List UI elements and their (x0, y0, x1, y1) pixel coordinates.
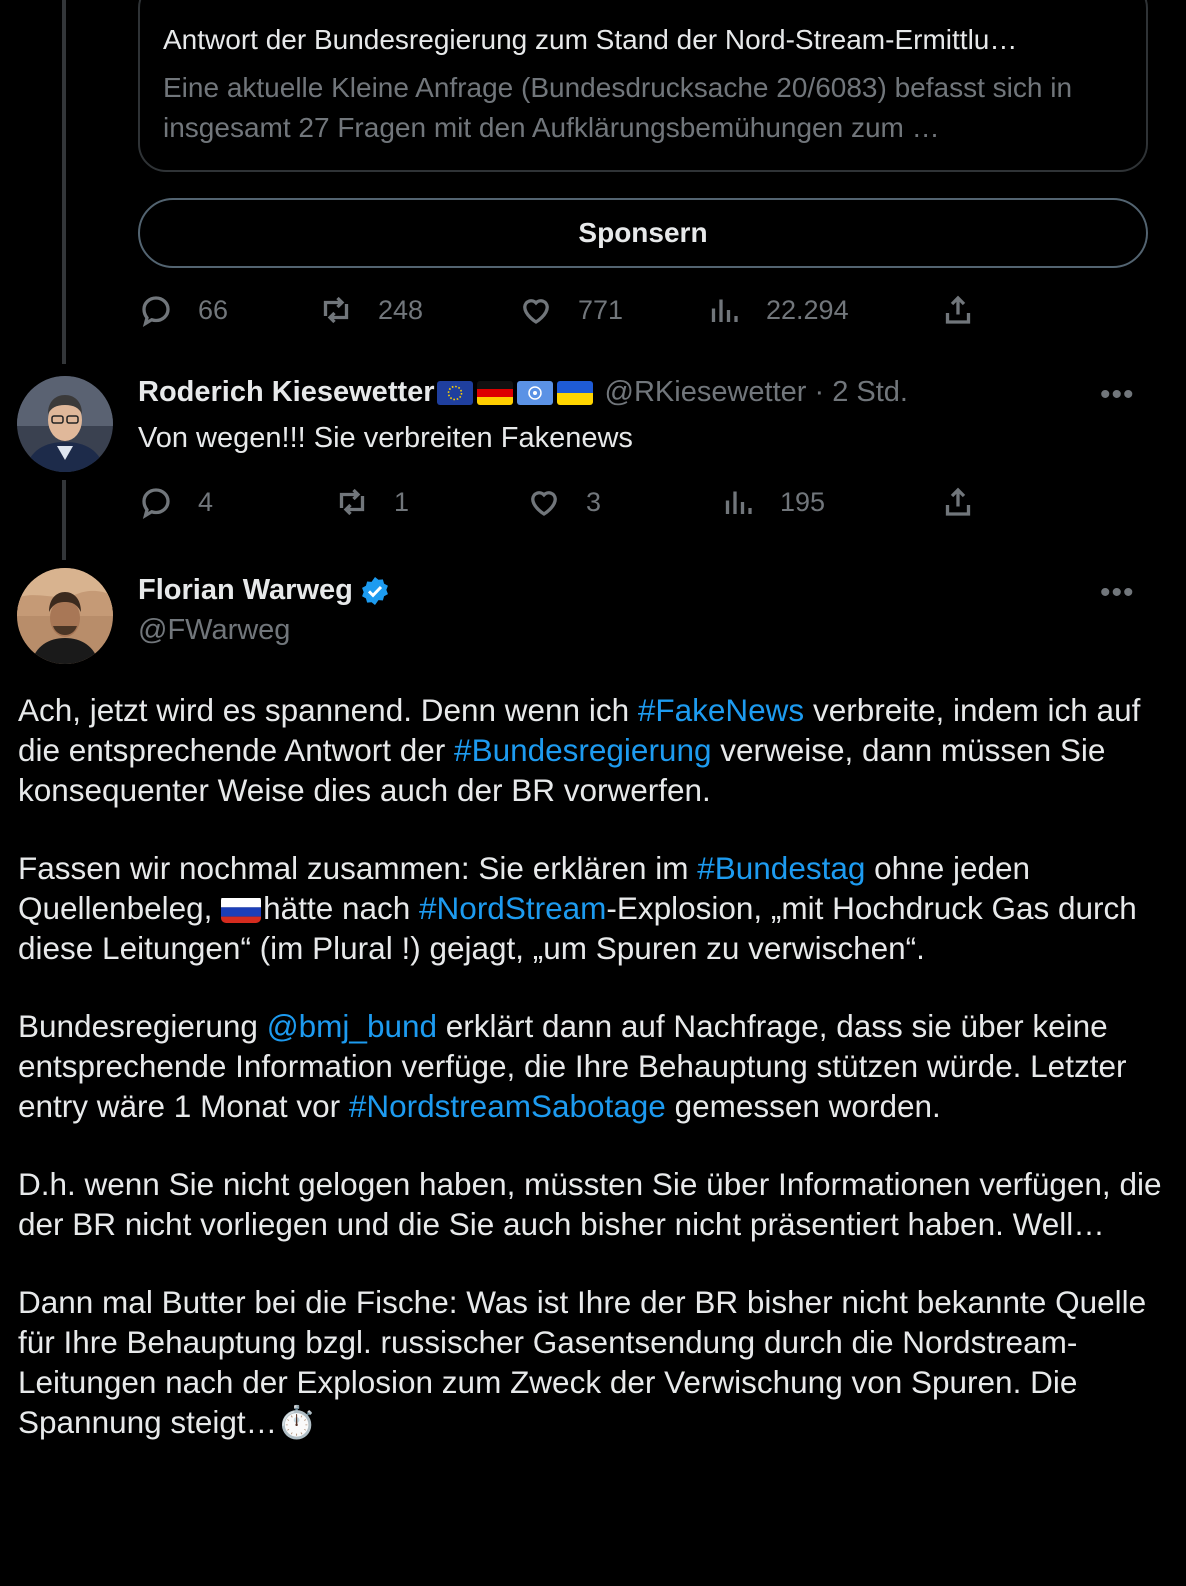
views-button[interactable]: 195 (720, 484, 825, 520)
more-options-icon[interactable]: ••• (1100, 378, 1135, 412)
views-button[interactable]: 22.294 (706, 292, 849, 328)
like-count: 771 (578, 294, 624, 325)
views-icon (725, 491, 752, 514)
timeline: Antwort der Bundesregierung zum Stand de… (0, 0, 1186, 1586)
stopwatch-icon: ⏱️ (277, 1404, 317, 1440)
more-options-icon[interactable]: ••• (1100, 576, 1135, 610)
ukraine-flag-icon (556, 380, 593, 405)
tweet-paragraph: Bundesregierung @bmj_bund erklärt dann a… (18, 1006, 1168, 1126)
un-flag-icon (516, 380, 553, 405)
reply-count: 4 (198, 486, 214, 517)
hashtag-bundestag[interactable]: #Bundestag (697, 850, 865, 886)
views-count: 195 (780, 486, 826, 517)
like-button[interactable]: 771 (518, 292, 623, 328)
like-count: 3 (586, 486, 602, 517)
eu-flag-icon (436, 380, 473, 405)
thread-line (62, 0, 66, 364)
tweet-paragraph: D.h. wenn Sie nicht gelogen haben, müsst… (18, 1166, 1162, 1242)
retweet-button[interactable]: 1 (334, 484, 409, 520)
russia-flag-icon (221, 895, 262, 923)
share-icon (945, 487, 971, 516)
text-segment: Fassen wir nochmal zusammen: Sie erkläre… (18, 850, 698, 886)
verified-badge-icon (359, 575, 391, 607)
author-header: Florian Warweg (138, 574, 391, 607)
reply-text: Von wegen!!! Sie verbreiten Fakenews (138, 422, 633, 454)
heart-icon (523, 299, 549, 324)
text-segment: Ach, jetzt wird es spannend. Denn wenn i… (18, 692, 638, 728)
share-button[interactable] (940, 484, 976, 520)
text-segment: gemessen worden. (665, 1088, 941, 1124)
retweet-icon (323, 296, 349, 324)
retweet-count: 1 (394, 486, 410, 517)
reply-header: Roderich Kiesewetter @RKiesewetter · 2 S… (138, 376, 908, 409)
text-segment: Bundesregierung (18, 1008, 267, 1044)
thread-line (62, 480, 66, 560)
avatar-kiesewetter[interactable] (17, 376, 113, 472)
germany-flag-icon (476, 380, 513, 405)
tweet-paragraph: Ach, jetzt wird es spannend. Denn wenn i… (18, 690, 1168, 810)
hashtag-bundesregierung[interactable]: #Bundesregierung (454, 732, 711, 768)
reply-button[interactable]: 66 (138, 292, 228, 328)
author-handle[interactable]: @FWarweg (138, 614, 290, 647)
reply-count: 66 (198, 294, 229, 325)
link-card-title[interactable]: Antwort der Bundesregierung zum Stand de… (163, 24, 1123, 56)
hashtag-nordstreamsabotage[interactable]: #NordstreamSabotage (349, 1088, 666, 1124)
heart-icon (531, 491, 557, 516)
tweet-paragraph: Dann mal Butter bei die Fische: Was ist … (18, 1282, 1168, 1442)
sponsor-button[interactable]: Sponsern (138, 198, 1148, 268)
views-count: 22.294 (766, 294, 849, 325)
link-card-description: Eine aktuelle Kleine Anfrage (Bundesdruc… (163, 72, 1073, 143)
share-button[interactable] (940, 292, 976, 328)
reply-button[interactable]: 4 (138, 484, 213, 520)
reply-icon (142, 296, 170, 328)
retweet-count: 248 (378, 294, 424, 325)
author-name[interactable]: Florian Warweg (138, 574, 353, 607)
hashtag-nordstream[interactable]: #NordStream (419, 890, 606, 926)
retweet-button[interactable]: 248 (318, 292, 423, 328)
retweet-icon (339, 488, 365, 516)
reply-author-handle[interactable]: @RKiesewetter · 2 Std. (605, 376, 908, 409)
share-icon (945, 295, 971, 324)
tweet-text: Ach, jetzt wird es spannend. Denn wenn i… (18, 690, 1168, 1442)
reply-icon (142, 488, 170, 520)
tweet-paragraph: Fassen wir nochmal zusammen: Sie erkläre… (18, 848, 1168, 968)
text-segment: hätte nach (263, 890, 420, 926)
hashtag-fakenews[interactable]: #FakeNews (638, 692, 804, 728)
like-button[interactable]: 3 (526, 484, 601, 520)
reply-author-name[interactable]: Roderich Kiesewetter (138, 376, 435, 409)
text-segment: Dann mal Butter bei die Fische: Was ist … (18, 1284, 1147, 1440)
views-icon (711, 299, 738, 322)
avatar-warweg[interactable] (17, 568, 113, 664)
mention-bmj-bund[interactable]: @bmj_bund (267, 1008, 437, 1044)
